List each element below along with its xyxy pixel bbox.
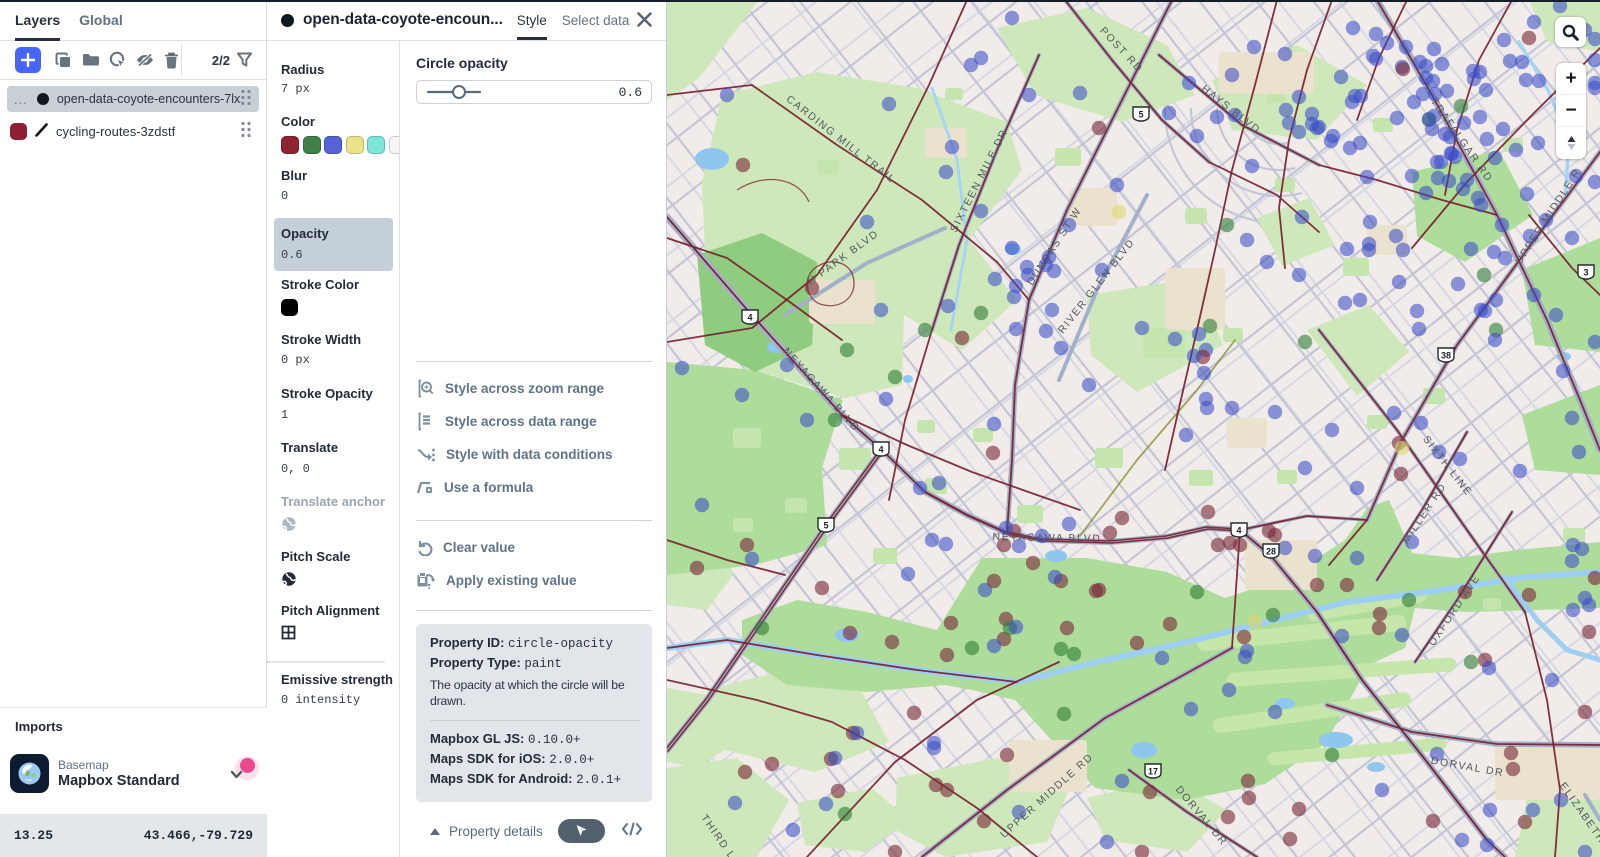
svg-text:4: 4	[878, 445, 883, 455]
svg-text:28: 28	[1266, 547, 1276, 557]
svg-text:4: 4	[747, 313, 752, 323]
svg-text:NEYAGAWA BLVD: NEYAGAWA BLVD	[992, 531, 1101, 545]
svg-text:5: 5	[1138, 110, 1143, 120]
svg-text:3: 3	[1583, 268, 1588, 278]
svg-text:5: 5	[823, 521, 828, 531]
svg-text:17: 17	[1148, 767, 1158, 777]
svg-text:38: 38	[1441, 351, 1451, 361]
svg-text:4: 4	[1236, 526, 1241, 536]
